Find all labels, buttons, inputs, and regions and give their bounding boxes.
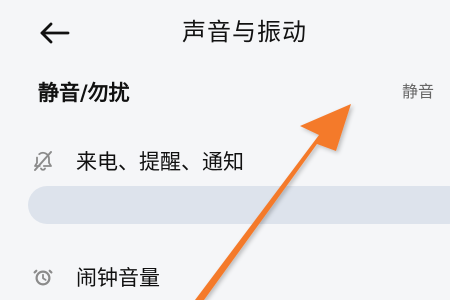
alarm-volume-row: 闹钟音量 [0,258,450,300]
page-title: 声音与振动 [182,18,307,46]
back-arrow-icon[interactable] [38,18,72,48]
ring-notification-volume-slider[interactable] [28,186,450,224]
ring-notification-volume-row: 来电、提醒、通知 [0,142,450,184]
ring-notification-volume-label: 来电、提醒、通知 [76,150,244,174]
bell-off-icon [34,151,52,171]
alarm-clock-icon [33,269,53,286]
top-bar: 声音与振动 [0,0,450,70]
silent-mode-value[interactable]: 静音 [402,80,434,104]
silent-dnd-label: 静音/勿扰 [38,81,130,105]
alarm-volume-label: 闹钟音量 [76,266,160,290]
